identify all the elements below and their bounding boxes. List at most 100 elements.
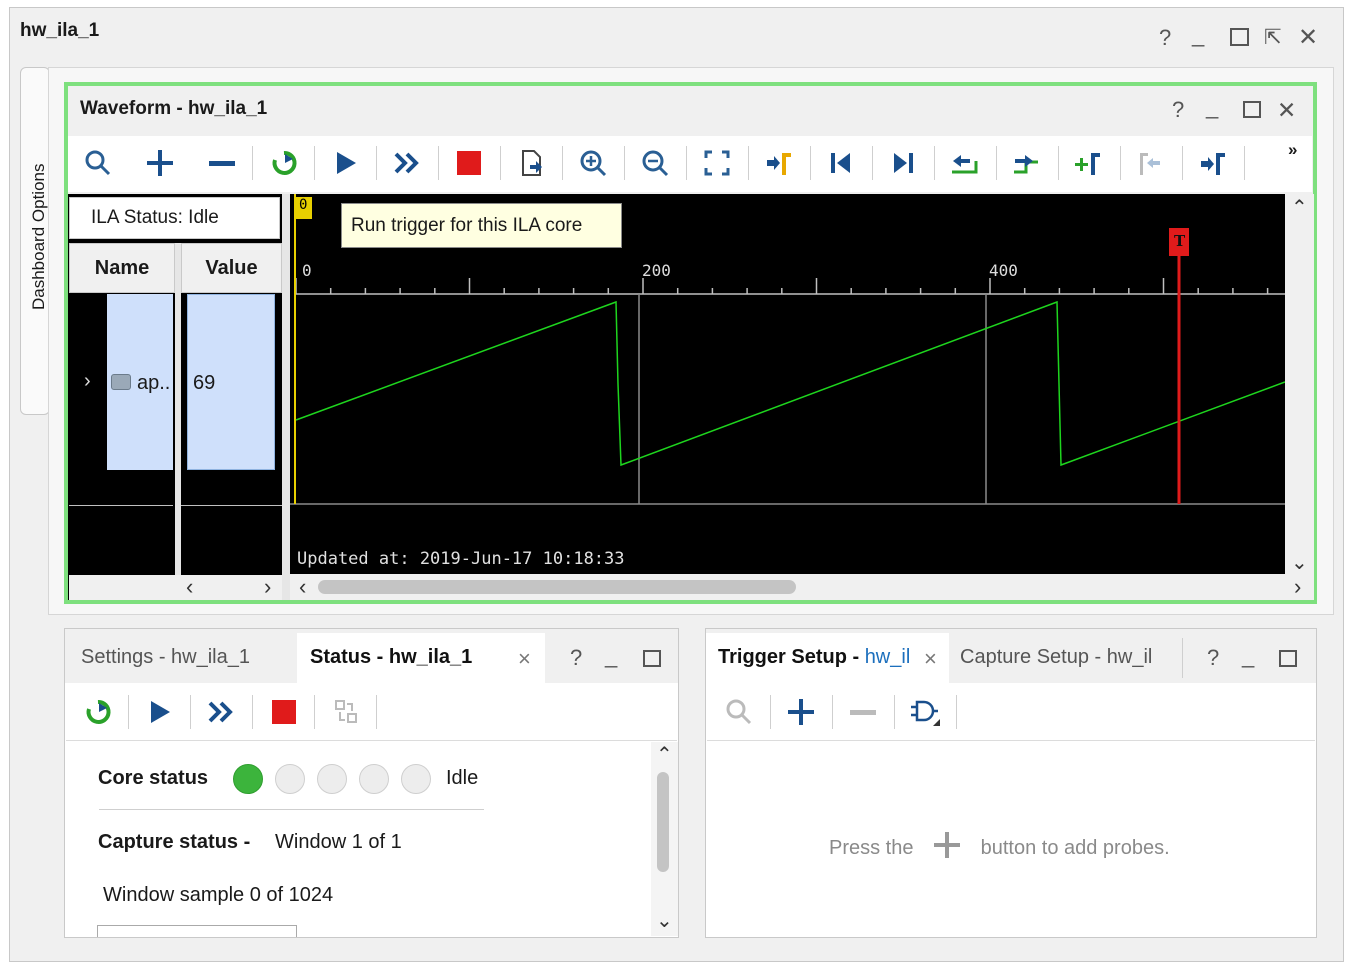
- scroll-right-icon[interactable]: ›: [264, 574, 271, 600]
- window-sample-text: Window sample 0 of 1024: [103, 884, 334, 906]
- tab-status[interactable]: Status - hw_ila_1: [310, 646, 472, 669]
- toolbar-separator: [190, 695, 191, 729]
- status-help-icon[interactable]: ?: [570, 647, 582, 669]
- core-status-indicator: [275, 764, 305, 794]
- trigger-help-icon[interactable]: ?: [1207, 647, 1219, 669]
- zoom-fit-icon[interactable]: [699, 145, 735, 181]
- float-icon[interactable]: ⇱: [1264, 27, 1282, 49]
- go-to-end-icon[interactable]: [885, 145, 921, 181]
- toolbar-separator: [934, 146, 935, 180]
- scroll-left-icon[interactable]: ‹: [186, 574, 193, 600]
- previous-transition-icon[interactable]: [946, 145, 982, 181]
- stop-square-icon: [272, 700, 296, 724]
- status-scroll-up-icon[interactable]: ⌃: [656, 742, 673, 767]
- pane-divider[interactable]: [282, 194, 290, 600]
- toolbar-separator: [376, 695, 377, 729]
- trigger-marker-label[interactable]: T: [1174, 232, 1185, 250]
- tab-trigger-setup[interactable]: Trigger Setup - hw_il: [718, 646, 910, 669]
- waveform-canvas[interactable]: 0 0 200 400 T Updated at: 2019-Jun-17 10…: [290, 194, 1285, 574]
- toolbar-separator: [314, 695, 315, 729]
- waveform-maximize-icon[interactable]: [1243, 101, 1261, 118]
- tab-close-icon[interactable]: ×: [518, 646, 531, 672]
- tab-settings[interactable]: Settings - hw_ila_1: [81, 646, 250, 669]
- trigger-condition-icon[interactable]: [907, 694, 943, 730]
- wave-scroll-left-icon[interactable]: ‹: [299, 574, 306, 600]
- help-icon[interactable]: ?: [1159, 27, 1171, 49]
- hint-plus-icon: [933, 831, 961, 858]
- progress-bar: [97, 925, 297, 937]
- status-run-immediate-icon[interactable]: [80, 694, 116, 730]
- core-status-label: Core status: [98, 767, 209, 789]
- zoom-in-icon[interactable]: [575, 145, 611, 181]
- waveform-close-icon[interactable]: ✕: [1277, 99, 1296, 122]
- value-column-header[interactable]: Value: [181, 243, 282, 293]
- scroll-up-icon[interactable]: ⌃: [1291, 195, 1308, 220]
- trigger-minimize-icon[interactable]: _: [1242, 645, 1254, 667]
- name-column-header[interactable]: Name: [69, 243, 175, 293]
- run-trigger-tooltip: Run trigger for this ILA core: [341, 203, 622, 248]
- add-marker-icon[interactable]: [1070, 145, 1106, 181]
- minimize-icon[interactable]: _: [1192, 24, 1204, 46]
- go-to-start-icon[interactable]: [823, 145, 859, 181]
- auto-retrigger-icon[interactable]: [389, 145, 425, 181]
- status-run-trigger-icon[interactable]: [142, 694, 178, 730]
- toolbar-separator: [314, 146, 315, 180]
- close-icon[interactable]: ✕: [1298, 26, 1318, 50]
- toolbar-separator: [1120, 146, 1121, 180]
- zoom-out-icon[interactable]: [637, 145, 673, 181]
- wave-scroll-right-icon[interactable]: ›: [1294, 574, 1301, 600]
- stop-icon[interactable]: [451, 145, 487, 181]
- toolbar-separator: [872, 146, 873, 180]
- minus-icon[interactable]: [204, 145, 240, 181]
- status-minimize-icon[interactable]: _: [605, 645, 617, 667]
- go-to-cursor-icon[interactable]: [760, 145, 796, 181]
- status-scroll-thumb[interactable]: [657, 772, 669, 872]
- toolbar-separator: [770, 695, 771, 729]
- bus-icon: [111, 374, 131, 390]
- toolbar-separator: [438, 146, 439, 180]
- trigger-remove-probe-icon[interactable]: [845, 694, 881, 730]
- signal-value: 69: [193, 372, 216, 394]
- maximize-icon[interactable]: [1230, 28, 1249, 46]
- toolbar-separator: [996, 146, 997, 180]
- trigger-search-icon[interactable]: [721, 694, 757, 730]
- tab-capture-setup[interactable]: Capture Setup - hw_il: [960, 646, 1152, 669]
- toolbar-separator: [252, 146, 253, 180]
- core-status-indicator: [359, 764, 389, 794]
- hscroll-thumb[interactable]: [318, 580, 796, 594]
- run-trigger-immediate-icon[interactable]: [266, 145, 302, 181]
- divider: [66, 740, 677, 741]
- previous-marker-icon[interactable]: [1132, 145, 1168, 181]
- scroll-down-icon[interactable]: ⌄: [1291, 550, 1308, 575]
- tab-trigger-prefix: Trigger Setup -: [718, 646, 865, 668]
- toolbar-separator: [376, 146, 377, 180]
- divider: [99, 809, 484, 810]
- status-scroll-down-icon[interactable]: ⌄: [656, 908, 673, 933]
- trigger-maximize-icon[interactable]: [1279, 650, 1297, 667]
- run-trigger-icon[interactable]: [328, 145, 364, 181]
- toolbar-separator: [810, 146, 811, 180]
- waveform-help-icon[interactable]: ?: [1172, 99, 1184, 121]
- waveform-minimize-icon[interactable]: _: [1206, 96, 1218, 118]
- next-transition-icon[interactable]: [1008, 145, 1044, 181]
- row-separator: [181, 505, 282, 506]
- waveform-vscrollbar[interactable]: [1287, 194, 1314, 574]
- core-status-value: Idle: [446, 767, 479, 789]
- plus-icon[interactable]: [142, 145, 178, 181]
- search-icon[interactable]: [80, 145, 116, 181]
- toolbar-overflow-icon[interactable]: »: [1288, 140, 1297, 160]
- expand-chevron-icon[interactable]: ›: [84, 370, 91, 393]
- dashboard-options-tab[interactable]: Dashboard Options: [20, 67, 50, 415]
- column-divider[interactable]: [175, 243, 181, 600]
- trigger-tab-close-icon[interactable]: ×: [924, 646, 937, 672]
- export-icon[interactable]: [513, 145, 549, 181]
- names-hscrollbar[interactable]: [69, 575, 282, 600]
- status-capture-icon[interactable]: [328, 694, 364, 730]
- status-auto-retrigger-icon[interactable]: [203, 694, 239, 730]
- status-stop-icon[interactable]: [266, 694, 302, 730]
- next-marker-icon[interactable]: [1194, 145, 1230, 181]
- toolbar-separator: [1058, 146, 1059, 180]
- status-maximize-icon[interactable]: [643, 650, 661, 667]
- updated-timestamp: Updated at: 2019-Jun-17 10:18:33: [297, 549, 625, 569]
- trigger-add-probe-icon[interactable]: [783, 694, 819, 730]
